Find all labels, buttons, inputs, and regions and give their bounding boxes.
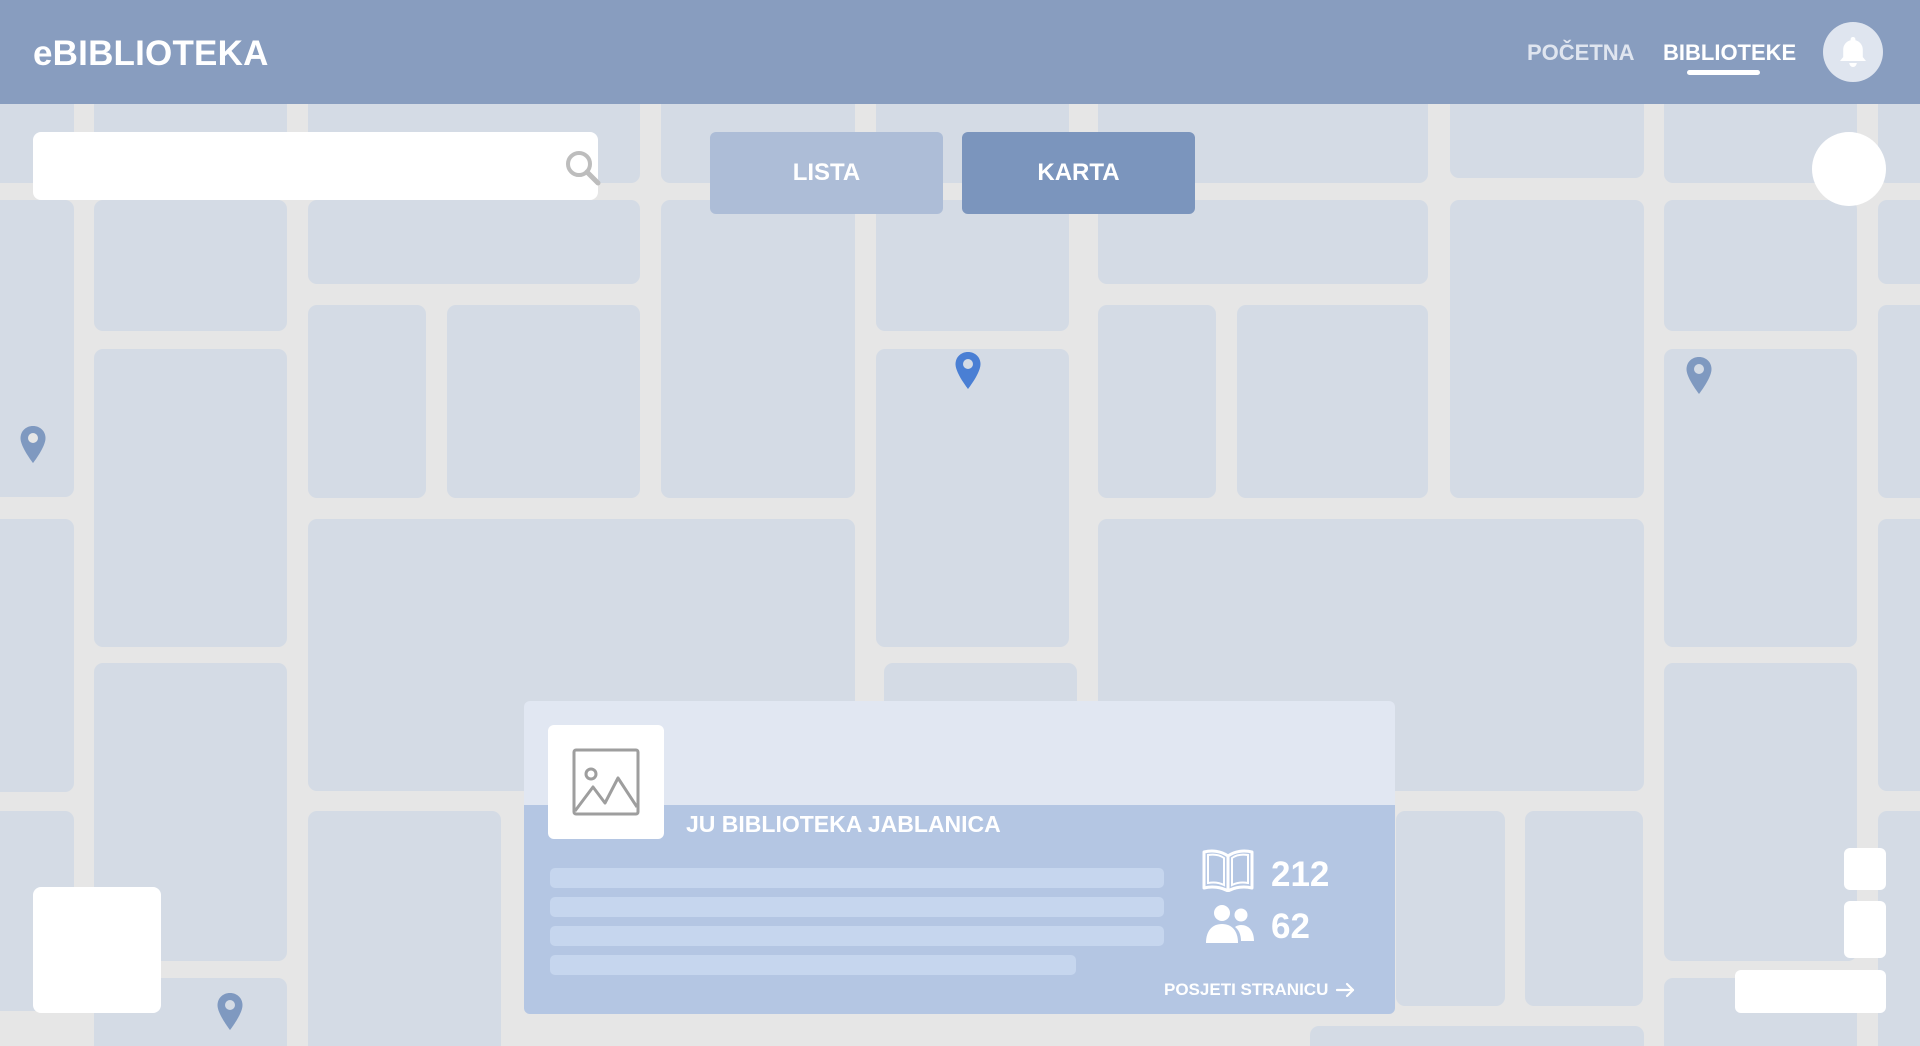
minimap[interactable] xyxy=(33,887,161,1013)
map-block xyxy=(1396,811,1505,1006)
active-nav-indicator xyxy=(1687,70,1760,75)
nav-link-pocetna[interactable]: POČETNA xyxy=(1527,40,1635,66)
notifications-button[interactable] xyxy=(1823,22,1883,82)
description-placeholder-line xyxy=(550,955,1076,975)
map-block xyxy=(1450,95,1644,178)
map-block xyxy=(308,811,501,1046)
visit-page-label: POSJETI STRANICU xyxy=(1164,980,1329,999)
search-bar xyxy=(33,132,601,200)
search-input[interactable] xyxy=(33,132,533,200)
list-view-button[interactable]: LISTA xyxy=(710,132,943,214)
map-block xyxy=(447,305,640,498)
map-block xyxy=(876,200,1069,331)
search-icon[interactable] xyxy=(563,148,603,188)
map-block xyxy=(1878,519,1920,791)
image-placeholder-icon xyxy=(572,748,640,816)
map-block xyxy=(1664,200,1857,331)
bell-icon xyxy=(1840,37,1866,67)
users-icon xyxy=(1206,905,1254,943)
book-count: 212 xyxy=(1271,855,1330,894)
description-placeholder-line xyxy=(550,868,1164,888)
map-block xyxy=(1878,305,1920,498)
top-navbar: eBIBLIOTEKA POČETNA BIBLIOTEKE xyxy=(0,0,1920,104)
logo[interactable]: eBIBLIOTEKA xyxy=(33,34,269,74)
map-pin-icon[interactable] xyxy=(216,992,244,1032)
visit-page-link[interactable]: POSJETI STRANICU xyxy=(1164,980,1356,1000)
map-block xyxy=(308,200,640,284)
map-block xyxy=(1450,200,1644,498)
map-block xyxy=(876,349,1069,647)
library-name: JU BIBLIOTEKA JABLANICA xyxy=(686,811,1001,837)
map-block xyxy=(0,519,74,792)
map-block xyxy=(94,200,287,331)
map-block xyxy=(1310,1026,1644,1046)
map-scale-bar xyxy=(1735,970,1886,1013)
map-block xyxy=(661,200,855,498)
map-pin-selected-icon[interactable] xyxy=(954,351,982,391)
map-view-button[interactable]: KARTA xyxy=(962,132,1195,214)
zoom-in-button[interactable] xyxy=(1844,848,1886,890)
map-pin-icon[interactable] xyxy=(1685,356,1713,396)
book-icon xyxy=(1202,849,1254,892)
nav-link-biblioteke[interactable]: BIBLIOTEKE xyxy=(1663,40,1796,66)
library-thumbnail xyxy=(548,725,664,839)
map-block xyxy=(1098,305,1216,498)
arrow-right-icon xyxy=(1336,982,1355,998)
map-block xyxy=(1878,200,1920,284)
description-placeholder-line xyxy=(550,897,1164,917)
map-pin-icon[interactable] xyxy=(19,425,47,465)
map-block xyxy=(1525,811,1643,1006)
zoom-out-button[interactable] xyxy=(1844,901,1886,958)
member-count: 62 xyxy=(1271,907,1310,946)
locate-button[interactable] xyxy=(1812,132,1886,206)
map-block xyxy=(1237,305,1428,498)
map-block xyxy=(308,305,426,498)
library-info-card[interactable]: JU BIBLIOTEKA JABLANICA 212 62 POSJETI S… xyxy=(524,701,1395,1014)
map-block xyxy=(94,349,287,647)
map-block xyxy=(1664,663,1857,961)
description-placeholder-line xyxy=(550,926,1164,946)
